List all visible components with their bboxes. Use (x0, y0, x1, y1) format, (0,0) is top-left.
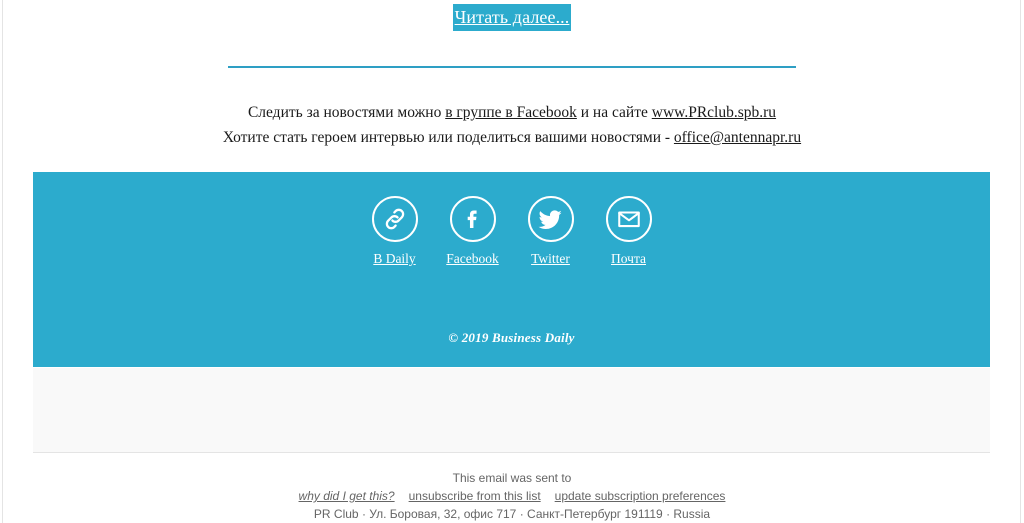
intro-line-1-before: Следить за новостями можно (247, 104, 446, 121)
social-band: В Daily Facebook Twitter Почта © 2019 Bu… (33, 172, 990, 367)
sent-to-text: This email was sent to (452, 471, 572, 485)
copyright-text: © 2019 Business Daily (448, 330, 575, 345)
read-more-row: Читать далее... (0, 0, 1024, 34)
twitter-icon (527, 196, 574, 242)
social-item-email[interactable]: Почта (597, 196, 661, 266)
link-icon (371, 196, 418, 242)
social-icons-row: В Daily Facebook Twitter Почта (33, 196, 990, 266)
facebook-icon (449, 196, 496, 242)
social-label-b-daily: В Daily (373, 251, 416, 266)
divider-wrap (0, 66, 1024, 68)
gray-spacer-block (33, 368, 990, 453)
intro-line-2-before: Хотите стать героем интервью или поделит… (222, 129, 674, 146)
email-icon (605, 196, 652, 242)
social-item-facebook[interactable]: Facebook (441, 196, 505, 266)
prclub-site-link[interactable]: www.PRclub.spb.ru (652, 104, 776, 121)
intro-line-1: Следить за новостями можно в группе в Fa… (0, 100, 1024, 125)
social-item-b-daily[interactable]: В Daily (363, 196, 427, 266)
footer-address: PR Club · Ул. Боровая, 32, офис 717 · Са… (313, 507, 711, 521)
social-item-twitter[interactable]: Twitter (519, 196, 583, 266)
section-divider (228, 66, 796, 68)
unsubscribe-link[interactable]: unsubscribe from this list (409, 489, 541, 503)
read-more-link[interactable]: Читать далее... (452, 3, 572, 31)
social-label-twitter: Twitter (531, 251, 570, 266)
intro-line-2: Хотите стать героем интервью или поделит… (0, 125, 1024, 150)
social-label-email: Почта (611, 251, 646, 266)
intro-text-block: Следить за новостями можно в группе в Fa… (0, 100, 1024, 150)
contact-email-link[interactable]: office@antennapr.ru (674, 129, 801, 146)
facebook-group-link[interactable]: в группе в Facebook (445, 104, 577, 121)
social-label-facebook: Facebook (446, 251, 499, 266)
email-footer: This email was sent to why did I get thi… (0, 470, 1024, 522)
why-did-i-get-this-link[interactable]: why did I get this? (299, 489, 395, 503)
footer-links: why did I get this? unsubscribe from this… (0, 488, 1024, 504)
intro-line-1-middle: и на сайте (576, 104, 652, 121)
update-preferences-link[interactable]: update subscription preferences (555, 489, 726, 503)
